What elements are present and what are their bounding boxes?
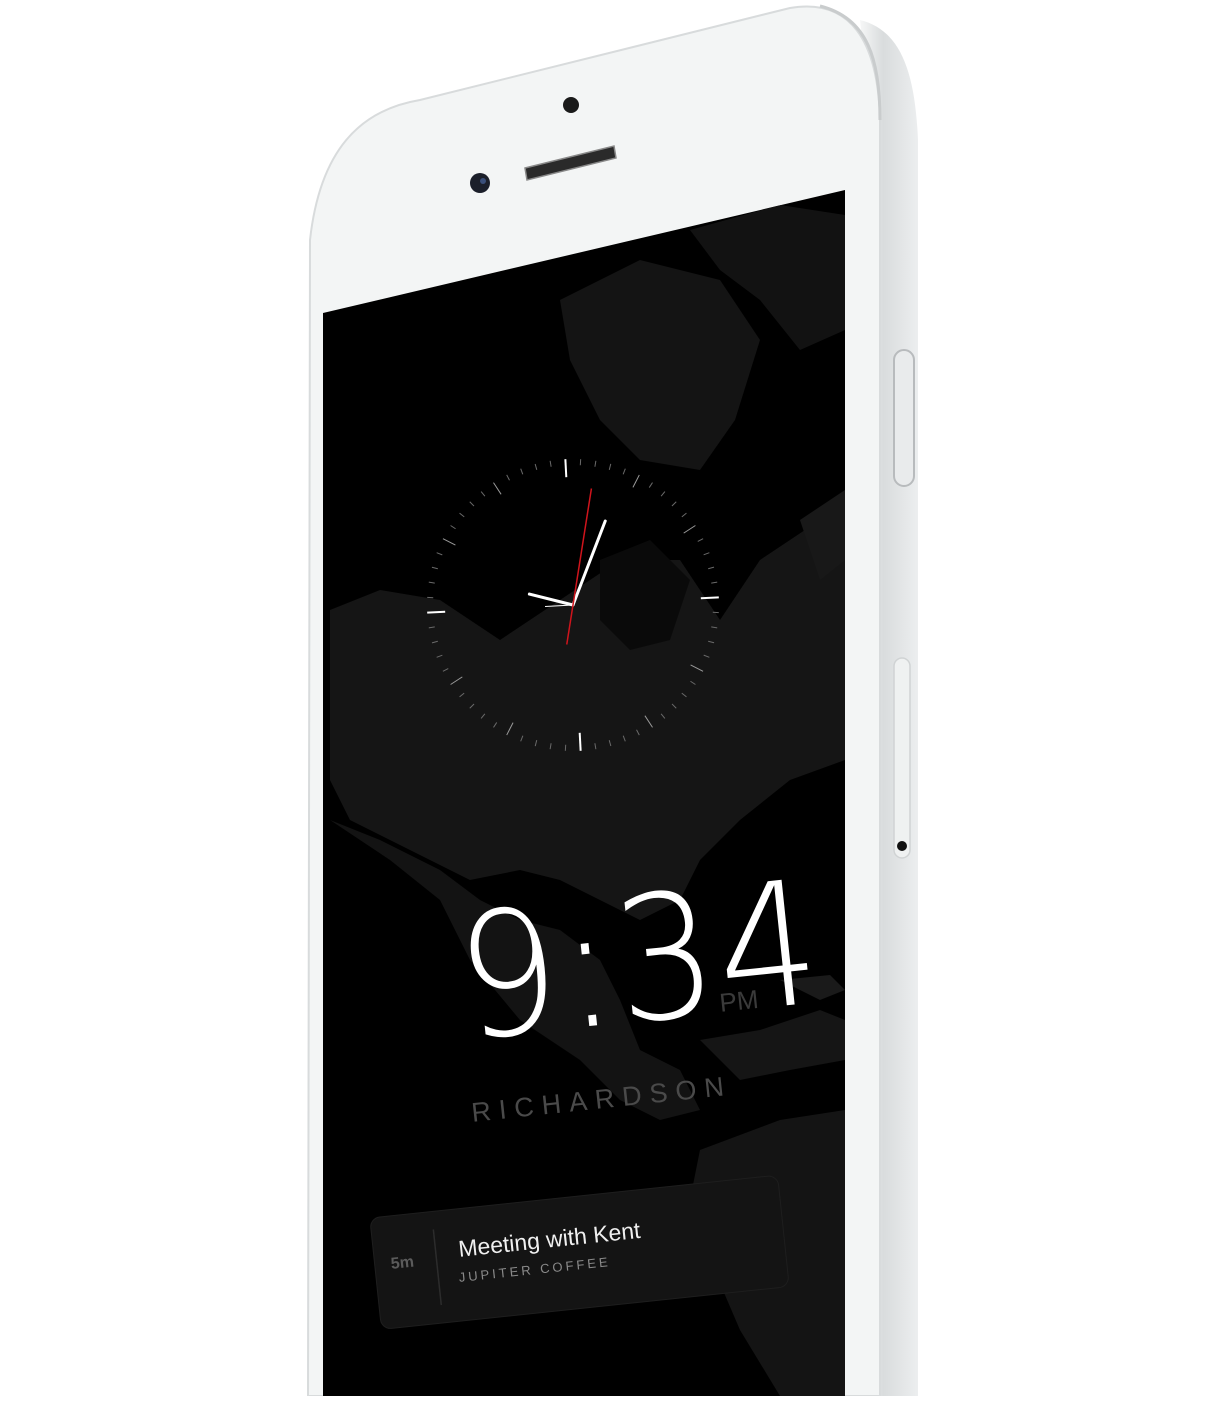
phone-graphic (306, 4, 918, 1397)
clock-tick (579, 459, 582, 466)
clock-tick (712, 611, 719, 614)
clock-tick (427, 610, 446, 614)
event-duration: 5m (390, 1253, 415, 1273)
front-camera-icon (470, 173, 490, 193)
clock-tick (700, 596, 719, 600)
phone-mockup: 9:34 PM RICHARDSON 5m Meeting with Kent … (0, 0, 1224, 1397)
clock-tick (564, 459, 568, 478)
am-pm-label: PM (718, 983, 760, 1018)
microphone-hole (897, 841, 907, 851)
clock-tick (578, 732, 582, 751)
side-button (893, 349, 915, 487)
side-rail (893, 657, 911, 859)
clock-tick (564, 744, 567, 751)
clock-tick (427, 596, 434, 599)
proximity-sensor-icon (563, 97, 579, 113)
digital-time: 9:34 (448, 842, 830, 1080)
